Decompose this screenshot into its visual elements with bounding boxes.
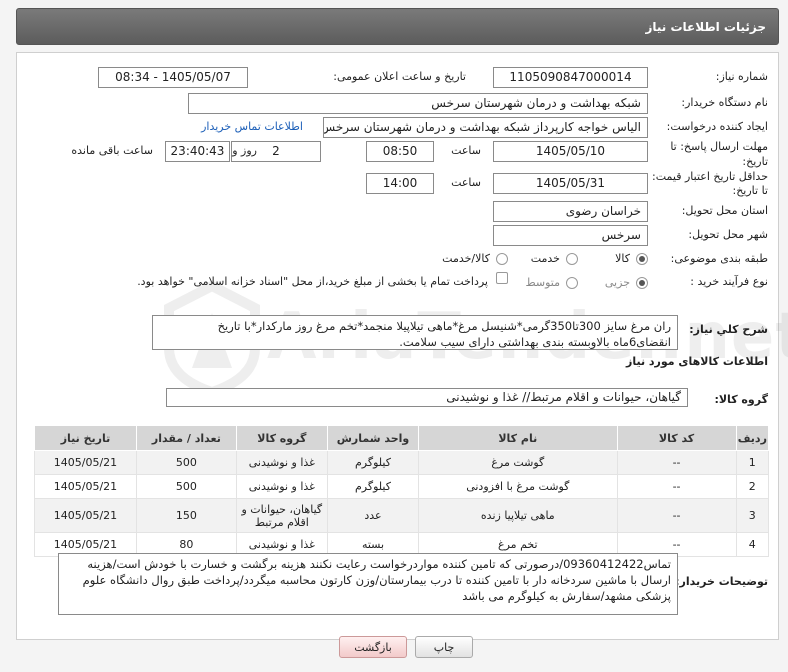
print-button[interactable]: چاپ <box>415 636 473 658</box>
validity-label: حداقل تاریخ اعتبار قیمت: تا تاریخ: <box>652 170 768 197</box>
remaining-time-label: ساعت باقی مانده <box>71 144 153 157</box>
reply-deadline-label: مهلت ارسال پاسخ: تا تاریخ: <box>670 140 768 168</box>
item-code: -- <box>616 498 737 533</box>
table-header-row: ردیف کد کالا نام کالا واحد شمارش گروه کا… <box>34 425 770 451</box>
province-value: خراسان رضوی <box>493 201 648 222</box>
page-header: جزئیات اطلاعات نیاز <box>16 8 779 45</box>
item-date: 1405/05/21 <box>34 474 137 499</box>
table-row[interactable]: 1 -- گوشت مرغ کیلوگرم غذا و نوشیدنی 500 … <box>34 450 770 475</box>
buyer-contact-link[interactable]: اطلاعات تماس خریدار <box>201 120 303 133</box>
buyer-org-label: نام دستگاه خریدار: <box>681 96 768 109</box>
col-group-header: گروه کالا <box>235 425 328 451</box>
buyer-notes-label: توضیحات خریدار: <box>675 575 768 588</box>
col-unit-header: واحد شمارش <box>326 425 420 451</box>
row-number: 3 <box>735 498 770 533</box>
col-code-header: کد کالا <box>616 425 737 451</box>
creator-value: الیاس خواجه کارپرداز شبکه بهداشت و درمان… <box>323 117 648 138</box>
col-qty-header: تعداد / مقدار <box>135 425 237 451</box>
item-name: گوشت مرغ <box>418 450 618 475</box>
days-label: روز و <box>232 144 257 157</box>
city-value: سرخس <box>493 225 648 246</box>
category-service-label: خدمت <box>530 252 560 265</box>
item-code: -- <box>616 474 737 499</box>
category-goods-radio[interactable] <box>636 253 648 265</box>
reply-time-label: ساعت <box>451 144 481 157</box>
category-label: طبقه بندی موضوعی: <box>670 252 768 265</box>
page-title: جزئیات اطلاعات نیاز <box>645 20 766 34</box>
category-service-radio[interactable] <box>566 253 578 265</box>
back-button[interactable]: بازگشت <box>339 636 407 658</box>
row-number: 4 <box>735 532 770 557</box>
validity-time-value: 14:00 <box>366 173 434 194</box>
reply-time-value: 08:50 <box>366 141 434 162</box>
treasury-payment-checkbox[interactable] <box>496 272 508 284</box>
item-code: -- <box>616 450 737 475</box>
city-label: شهر محل تحویل: <box>688 228 768 241</box>
category-both-radio[interactable] <box>496 253 508 265</box>
purchase-medium-radio[interactable] <box>566 277 578 289</box>
goods-group-label: گروه کالا: <box>714 393 768 406</box>
announce-label: تاریخ و ساعت اعلان عمومی: <box>333 70 466 83</box>
table-row[interactable]: 3 -- ماهی تیلاپیا زنده عدد گیاهان، حیوان… <box>34 498 770 533</box>
validity-date-value: 1405/05/31 <box>493 173 648 194</box>
item-group: گیاهان، حیوانات و اقلام مرتبط <box>235 498 328 533</box>
validity-time-label: ساعت <box>451 176 481 189</box>
need-number-value: 1105090847000014 <box>493 67 648 88</box>
goods-section-title: اطلاعات کالاهای مورد نیاز <box>626 355 768 368</box>
announce-value: 1405/05/07 - 08:34 <box>98 67 248 88</box>
item-qty: 150 <box>135 498 237 533</box>
row-number: 1 <box>735 450 770 475</box>
purchase-type-label: نوع فرآیند خرید : <box>690 275 768 288</box>
need-number-label: شماره نیاز: <box>715 70 768 83</box>
creator-label: ایجاد کننده درخواست: <box>666 120 768 133</box>
item-date: 1405/05/21 <box>34 498 137 533</box>
description-label: شرح کلي نياز: <box>689 323 768 336</box>
province-label: استان محل تحویل: <box>681 204 768 217</box>
item-date: 1405/05/21 <box>34 450 137 475</box>
reply-date-value: 1405/05/10 <box>493 141 648 162</box>
col-date-header: تاریخ نیاز <box>34 425 137 451</box>
details-panel: AriaTender.net شماره نیاز: 1105090847000… <box>16 52 788 640</box>
description-text: ران مرغ سایز 300تا350گرمی*شنیسل مرغ*ماهی… <box>152 315 678 350</box>
item-group: غذا و نوشیدنی <box>235 474 328 499</box>
treasury-payment-note: پرداخت تمام یا بخشی از مبلغ خرید،از محل … <box>137 275 488 288</box>
buyer-notes-text: تماس09360412422/درصورتی که تامین کننده م… <box>58 553 678 615</box>
category-both-label: کالا/خدمت <box>442 252 490 265</box>
item-name: گوشت مرغ با افزودنی <box>418 474 618 499</box>
goods-group-value: گیاهان، حیوانات و اقلام مرتبط// غذا و نو… <box>166 388 688 407</box>
purchase-minor-label: جزیی <box>604 276 630 289</box>
col-row-header: ردیف <box>735 425 770 451</box>
purchase-minor-radio[interactable] <box>636 277 648 289</box>
item-unit: عدد <box>326 498 420 533</box>
item-unit: کیلوگرم <box>326 474 420 499</box>
purchase-medium-label: متوسط <box>525 276 560 289</box>
remaining-time-value: 23:40:43 <box>165 141 230 162</box>
item-name: ماهی تیلاپیا زنده <box>418 498 618 533</box>
item-qty: 500 <box>135 474 237 499</box>
item-unit: کیلوگرم <box>326 450 420 475</box>
table-row[interactable]: 2 -- گوشت مرغ با افزودنی کیلوگرم غذا و ن… <box>34 474 770 499</box>
category-goods-label: کالا <box>615 252 630 265</box>
item-group: غذا و نوشیدنی <box>235 450 328 475</box>
col-name-header: نام کالا <box>418 425 618 451</box>
items-table: ردیف کد کالا نام کالا واحد شمارش گروه کا… <box>34 425 770 557</box>
buyer-org-value: شبکه بهداشت و درمان شهرستان سرخس <box>188 93 648 114</box>
item-qty: 500 <box>135 450 237 475</box>
row-number: 2 <box>735 474 770 499</box>
